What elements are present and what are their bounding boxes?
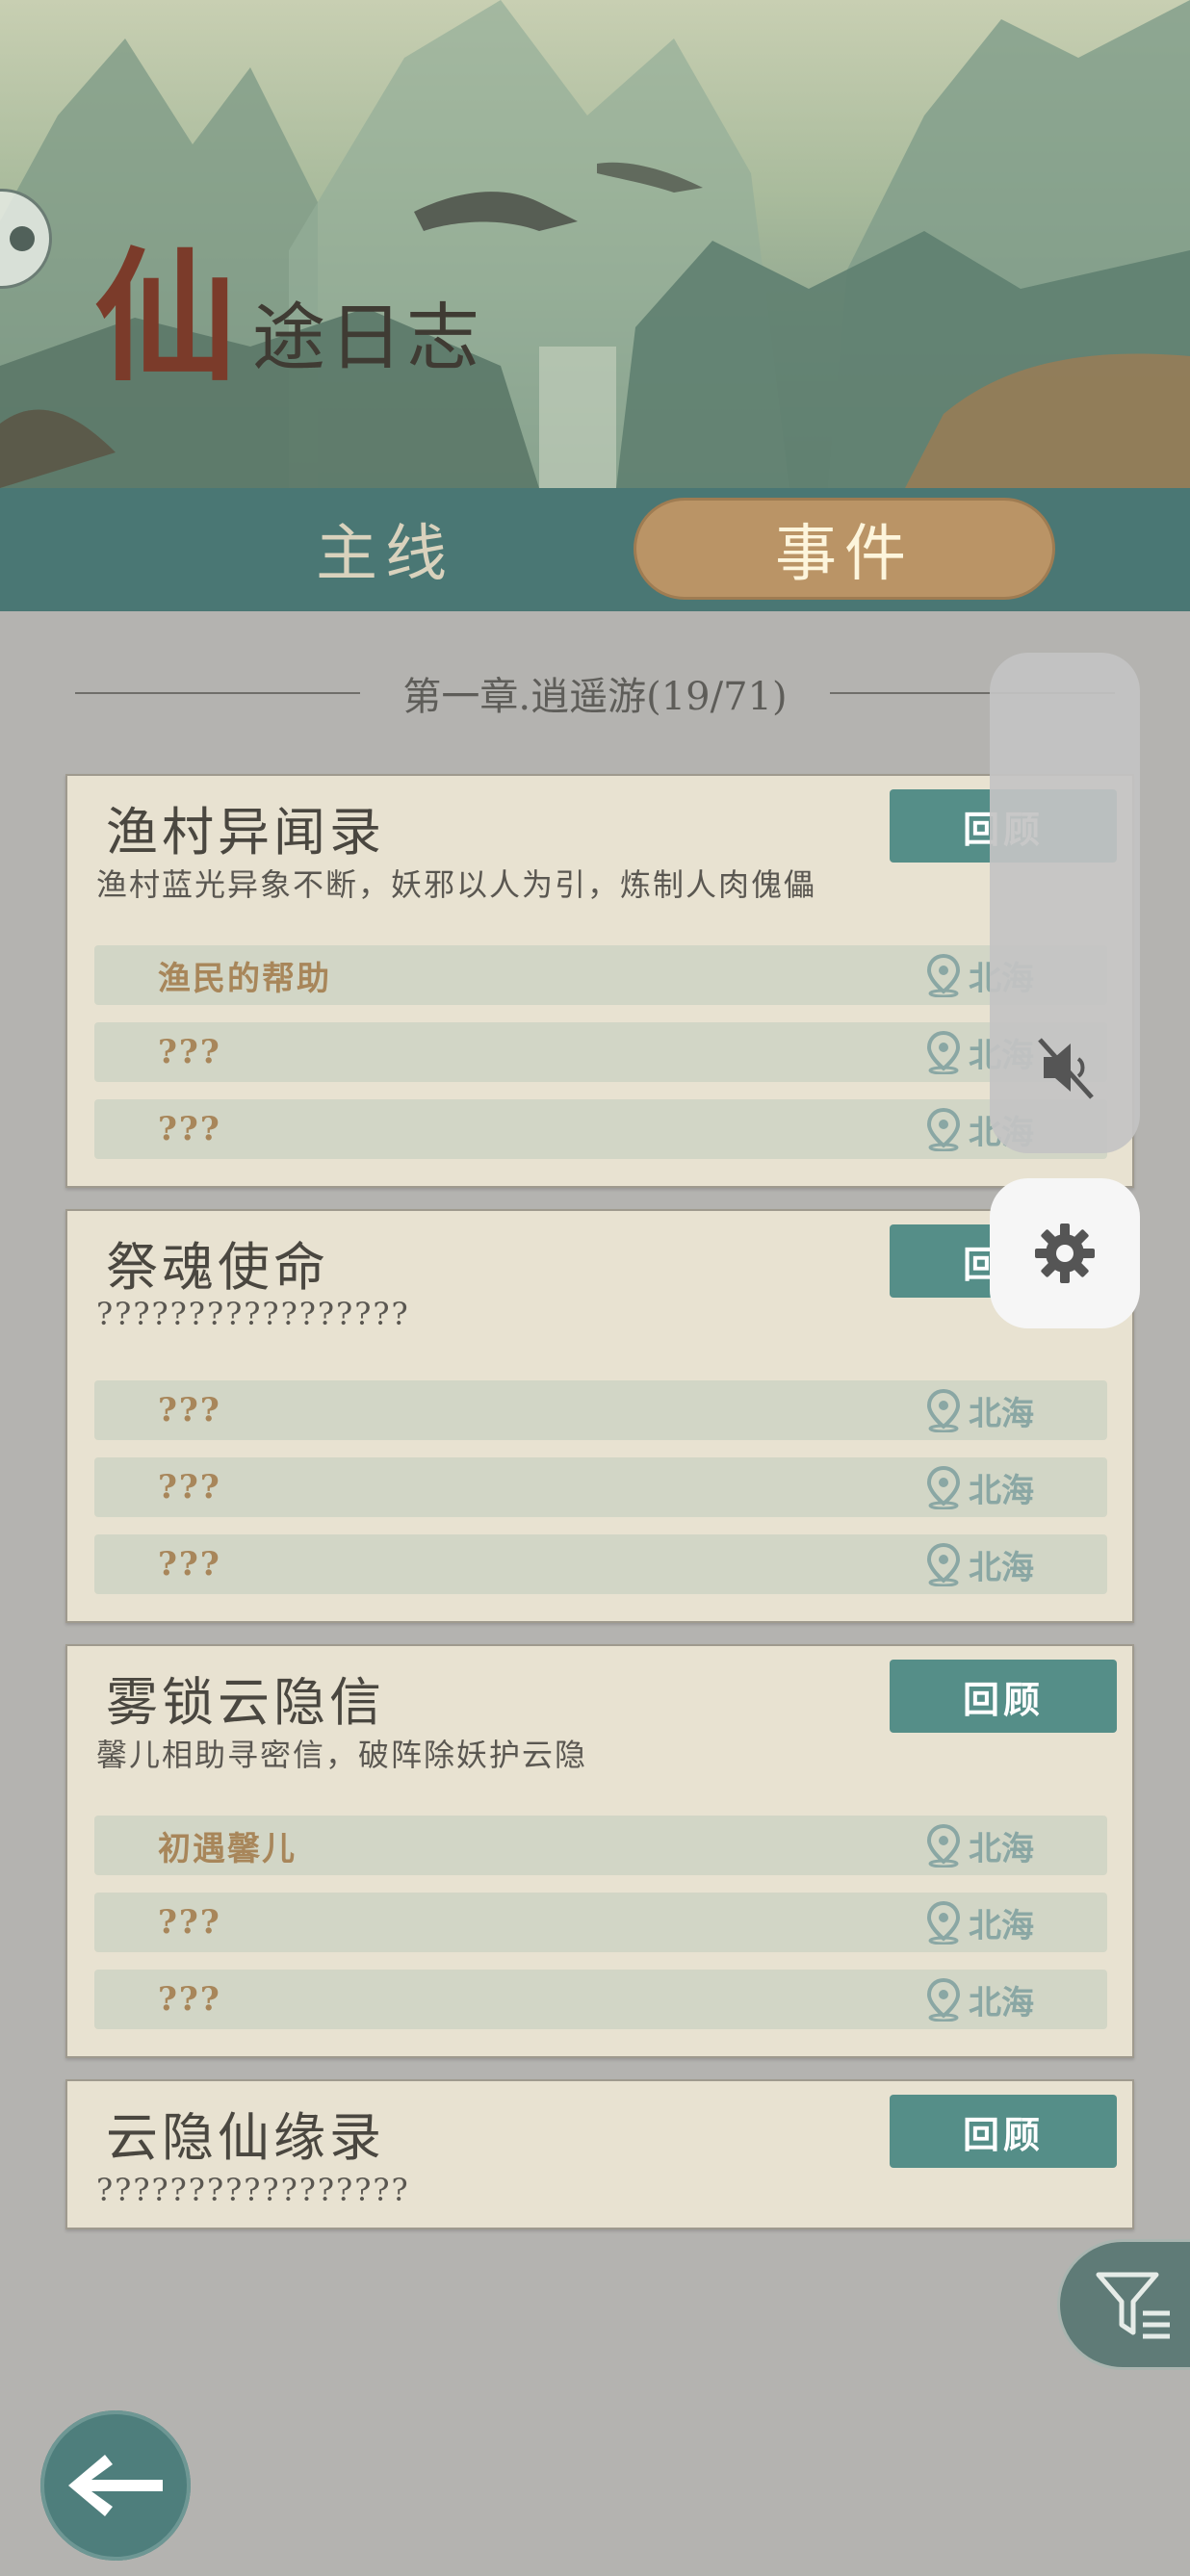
location-name: 北海 [969,1829,1034,1868]
quest-name: ??? [158,1110,221,1148]
filter-button[interactable] [1057,2239,1190,2370]
location-name: 北海 [969,1906,1034,1945]
location-pin-icon [926,953,961,997]
quest-location: 北海 [924,1899,1034,1946]
tab-events[interactable]: 事件 [634,498,1055,600]
event-title: 祭魂使命 [106,1237,329,1298]
divider [75,692,361,694]
filter-icon [1096,2272,1170,2339]
chapter-header: 第一章.逍遥游(19/71) [75,664,1116,722]
settings-button[interactable] [990,1178,1140,1328]
event-title: 云隐仙缘录 [106,2107,385,2168]
tab-bar: 主线 事件 [0,488,1190,611]
location-pin-icon [926,1107,961,1151]
event-card: 雾锁云隐信 回顾 馨儿相助寻密信，破阵除妖护云隐 初遇馨儿 北海 ??? 北海 … [65,1644,1134,2058]
tab-main-story[interactable]: 主线 [241,498,530,600]
location-pin-icon [926,1030,961,1074]
quest-row[interactable]: 初遇馨儿 北海 [94,1816,1107,1875]
quest-location: 北海 [924,1464,1034,1511]
logo-big-char: 仙 [94,233,237,400]
chapter-title: 第一章.逍遥游(19/71) [402,675,788,719]
quest-row[interactable]: ??? 北海 [94,1099,1107,1159]
quest-name: 初遇馨儿 [158,1829,297,1868]
quest-row[interactable]: ??? 北海 [94,1022,1107,1082]
location-pin-icon [926,1542,961,1586]
game-logo: 仙 途日志 [94,245,483,388]
volume-mute-icon[interactable] [1036,1034,1094,1101]
event-title: 雾锁云隐信 [106,1672,385,1733]
quest-name: ??? [158,1033,221,1071]
quest-row[interactable]: ??? 北海 [94,1893,1107,1952]
quest-row[interactable]: ??? 北海 [94,1970,1107,2029]
logo-rest: 途日志 [252,295,483,380]
quest-location: 北海 [924,1387,1034,1434]
location-pin-icon [926,1977,961,2022]
back-arrow-icon [68,2455,163,2516]
quest-name: ??? [158,1980,221,2019]
banner-illustration: 仙 途日志 [0,0,1190,488]
event-card: 渔村异闻录 回顾 渔村蓝光异象不断，妖邪以人为引，炼制人肉傀儡 渔民的帮助 北海… [65,774,1134,1188]
event-card: 祭魂使命 回顾 ????????????????? ??? 北海 ??? 北海 … [65,1209,1134,1623]
location-pin-icon [926,1465,961,1509]
quest-name: ??? [158,1903,221,1942]
event-card: 云隐仙缘录 回顾 ????????????????? [65,2079,1134,2229]
location-pin-icon [926,1900,961,1945]
volume-panel[interactable] [990,653,1140,1153]
location-name: 北海 [969,1983,1034,2022]
event-description: 渔村蓝光异象不断，妖邪以人为引，炼制人肉傀儡 [96,866,817,903]
quest-name: ??? [158,1468,221,1507]
location-pin-icon [926,1823,961,1868]
location-name: 北海 [969,1394,1034,1433]
review-button[interactable]: 回顾 [890,1660,1117,1733]
quest-location: 北海 [924,1541,1034,1588]
quest-row[interactable]: ??? 北海 [94,1534,1107,1594]
event-description: 馨儿相助寻密信，破阵除妖护云隐 [96,1737,588,1773]
location-name: 北海 [969,1548,1034,1587]
review-button[interactable]: 回顾 [890,2095,1117,2168]
quest-name: ??? [158,1545,221,1584]
quest-row[interactable]: ??? 北海 [94,1457,1107,1517]
event-description: ????????????????? [96,2172,410,2208]
location-name: 北海 [969,1471,1034,1510]
quest-row[interactable]: 渔民的帮助 北海 [94,945,1107,1005]
event-description: ????????????????? [96,1296,410,1332]
gear-icon [1035,1224,1095,1283]
quest-location: 北海 [924,1822,1034,1869]
event-title: 渔村异闻录 [106,802,385,863]
quest-row[interactable]: ??? 北海 [94,1380,1107,1440]
quest-name: 渔民的帮助 [158,959,331,998]
back-button[interactable] [40,2410,191,2561]
quest-name: ??? [158,1391,221,1430]
location-pin-icon [926,1388,961,1432]
quest-location: 北海 [924,1976,1034,2023]
